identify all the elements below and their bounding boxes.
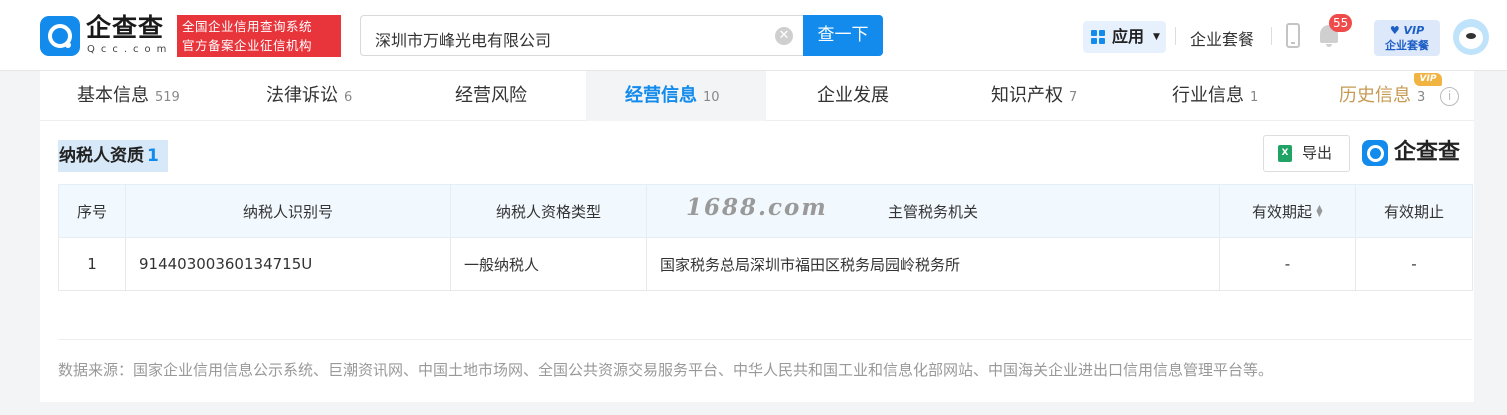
slogan-banner: 全国企业信用查询系统 官方备案企业征信机构 <box>177 15 341 57</box>
tab-industry[interactable]: 行业信息 1 <box>1172 71 1258 121</box>
enterprise-package-link[interactable]: 企业套餐 <box>1190 26 1254 50</box>
info-icon[interactable]: i <box>1440 87 1459 106</box>
top-header: 企查查 Qcc.com 全国企业信用查询系统 官方备案企业征信机构 深圳市万峰光… <box>0 0 1507 71</box>
col-header-taxpayer-type: 纳税人资格类型 <box>450 184 647 238</box>
vip-sublabel: 企业套餐 <box>1385 39 1429 52</box>
export-button[interactable]: X 导出 <box>1263 135 1350 172</box>
cell-valid-from: - <box>1219 237 1356 291</box>
tab-basic-info[interactable]: 基本信息 519 <box>77 71 180 121</box>
tab-ip[interactable]: 知识产权 7 <box>991 71 1077 121</box>
col-header-index: 序号 <box>58 184 126 238</box>
cell-valid-to: - <box>1355 237 1473 291</box>
notification-badge: 55 <box>1329 14 1353 32</box>
section-tabs: 基本信息 519 法律诉讼 6 经营风险 经营信息 10 企业发展 知识产权 7 行业信… <box>40 71 1474 121</box>
cell-taxpayer-type: 一般纳税人 <box>450 237 647 291</box>
slogan-line-2: 官方备案企业征信机构 <box>182 38 313 53</box>
logo-domain: Qcc.com <box>87 44 173 55</box>
qcc-brand-icon <box>1362 140 1388 166</box>
divider <box>1271 27 1272 45</box>
tab-business-info[interactable]: 经营信息 10 <box>586 71 766 121</box>
section-count: 1 <box>147 146 159 166</box>
cell-tax-authority[interactable]: 国家税务总局深圳市福田区税务局园岭税务所 <box>646 237 1220 291</box>
divider <box>1175 27 1176 45</box>
watermark: 1688.com <box>686 194 828 221</box>
qcc-logo[interactable]: 企查查 Qcc.com <box>40 14 176 58</box>
section-title: 纳税人资质 1 <box>58 140 168 172</box>
excel-icon: X <box>1278 145 1292 162</box>
vip-label: ♥ VIP <box>1389 24 1425 37</box>
slogan-line-1: 全国企业信用查询系统 <box>182 19 313 34</box>
qcc-brand-text: 企查查 <box>1394 140 1461 165</box>
grid-icon <box>1091 30 1106 45</box>
divider <box>58 339 1472 340</box>
col-header-valid-from[interactable]: 有效期起 ▲ ▼ <box>1219 184 1356 238</box>
tab-development[interactable]: 企业发展 <box>817 71 889 121</box>
col-header-valid-to: 有效期止 <box>1355 184 1473 238</box>
tab-risk[interactable]: 经营风险 <box>455 71 527 121</box>
search-button[interactable]: 查一下 <box>803 15 883 56</box>
user-avatar[interactable] <box>1453 19 1489 55</box>
data-source-note: 数据来源：国家企业信用信息公示系统、巨潮资讯网、中国土地市场网、全国公共资源交易… <box>58 361 1274 379</box>
caret-down-icon: ▼ <box>1153 32 1160 42</box>
logo-text: 企查查 <box>86 13 165 42</box>
tab-history[interactable]: 历史信息 3 <box>1339 71 1425 121</box>
export-label: 导出 <box>1302 144 1333 162</box>
qcc-logo-icon <box>40 16 80 56</box>
col-header-taxpayer-id: 纳税人识别号 <box>125 184 451 238</box>
table-row: 1 91440300360134715U 一般纳税人 国家税务总局深圳市福田区税… <box>58 237 1473 291</box>
vip-button[interactable]: ♥ VIP 企业套餐 <box>1374 20 1440 56</box>
clear-icon[interactable]: ✕ <box>775 27 793 45</box>
cell-taxpayer-id: 91440300360134715U <box>125 237 451 291</box>
app-menu-button[interactable]: 应用 ▼ <box>1083 21 1166 53</box>
sort-icon[interactable]: ▲ ▼ <box>1316 203 1323 217</box>
vip-flag: VIP <box>1414 73 1442 86</box>
app-menu-label: 应用 <box>1112 27 1145 46</box>
search-input-value: 深圳市万峰光电有限公司 <box>375 31 552 50</box>
mobile-app-icon[interactable] <box>1286 23 1300 48</box>
cell-index: 1 <box>58 237 126 291</box>
search-input[interactable]: 深圳市万峰光电有限公司 ✕ <box>360 15 804 56</box>
tab-legal[interactable]: 法律诉讼 6 <box>266 71 352 121</box>
